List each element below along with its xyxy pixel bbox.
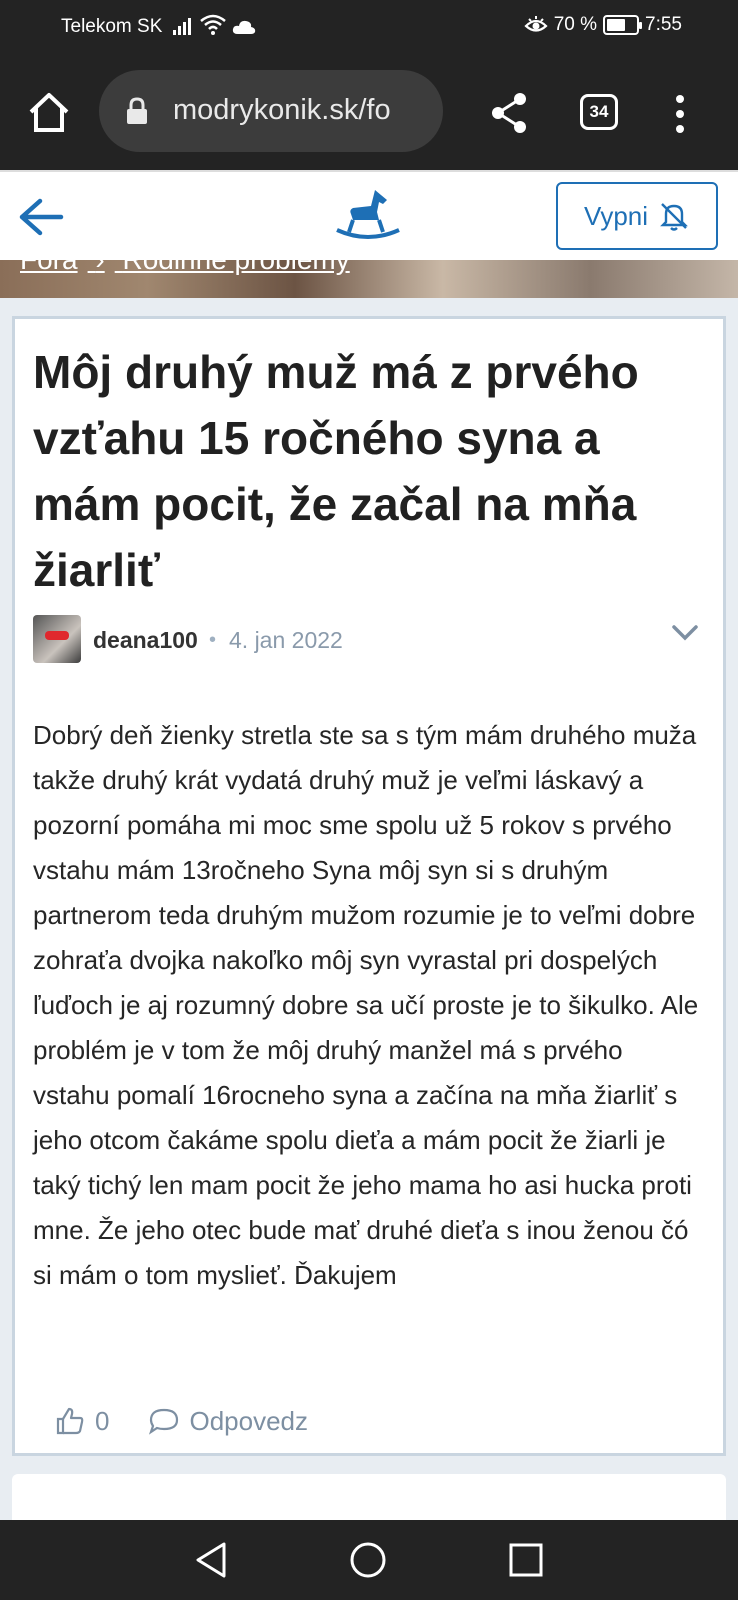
web-page: Vypni Fóra › Rodinné problémy Môj druhý … [0, 170, 738, 1520]
battery-percent: 70 % [553, 14, 598, 35]
next-card [12, 1474, 726, 1520]
eye-icon [524, 16, 548, 32]
thumbs-up-icon[interactable] [55, 1406, 85, 1436]
share-icon[interactable] [490, 92, 528, 134]
post-body: Dobrý deň žienky stretla ste sa s tým má… [33, 720, 699, 1290]
bell-off-icon [660, 203, 688, 231]
address-bar[interactable]: modrykonik.sk/fo [99, 70, 443, 152]
tabs-icon[interactable]: 34 [580, 94, 618, 130]
breadcrumb-separator: › [95, 260, 104, 275]
breadcrumb-item-category[interactable]: Rodinné problémy [122, 260, 349, 275]
breadcrumb: Fóra › Rodinné problémy [20, 260, 360, 276]
comment-icon[interactable] [149, 1407, 179, 1435]
nav-home-icon[interactable] [348, 1540, 388, 1580]
signal-icon [173, 18, 191, 35]
back-arrow-icon[interactable] [18, 197, 64, 237]
carrier-name: Telekom SK [61, 16, 163, 37]
post-title: Môj druhý muž má z prvého vzťahu 15 ročn… [33, 346, 639, 596]
like-count[interactable]: 0 [95, 1406, 109, 1437]
wifi-icon [200, 14, 226, 35]
notifications-off-button[interactable]: Vypni [556, 182, 718, 250]
avatar[interactable] [33, 615, 81, 663]
post-card: Môj druhý muž má z prvého vzťahu 15 ročn… [12, 316, 726, 1456]
site-header: Vypni [0, 170, 738, 260]
overflow-menu-icon[interactable] [668, 94, 692, 134]
post-actions: 0 Odpovedz [55, 1401, 308, 1441]
battery-level-fill [607, 19, 626, 31]
browser-toolbar: modrykonik.sk/fo 34 [0, 56, 738, 170]
notifications-off-label: Vypni [583, 200, 649, 231]
status-bar: Telekom SK 70 % 7:55 [0, 0, 738, 56]
nav-recents-icon[interactable] [506, 1540, 546, 1580]
post-meta: deana100 • 4. jan 2022 [33, 615, 703, 665]
breadcrumb-item-fora[interactable]: Fóra [20, 260, 78, 275]
clock: 7:55 [645, 14, 682, 35]
lock-icon [127, 97, 147, 124]
post-date: 4. jan 2022 [229, 627, 343, 653]
battery-icon [603, 15, 643, 35]
nav-back-icon[interactable] [192, 1540, 232, 1580]
rocking-horse-logo[interactable] [335, 186, 401, 246]
meta-separator: • [209, 629, 217, 651]
author-name[interactable]: deana100 [93, 627, 198, 654]
cloud-icon [232, 20, 256, 34]
category-banner: Fóra › Rodinné problémy [0, 260, 738, 298]
home-icon[interactable] [27, 90, 71, 134]
reply-button[interactable]: Odpovedz [189, 1406, 308, 1437]
url-text: modrykonik.sk/fo [173, 94, 391, 126]
chevron-down-icon[interactable] [671, 623, 699, 643]
system-navigation-bar [0, 1520, 738, 1600]
